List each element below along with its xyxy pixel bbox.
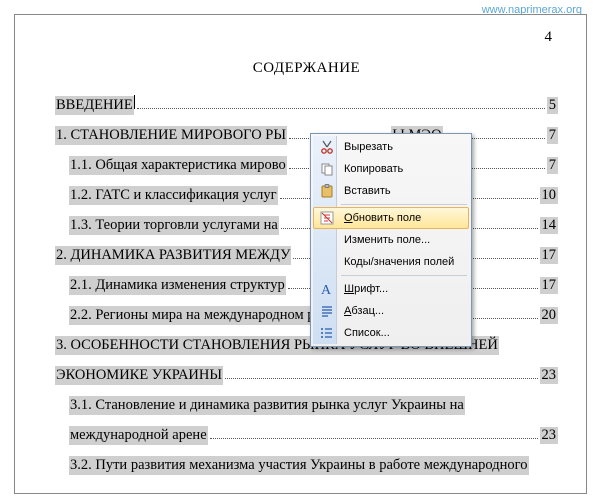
toc-entry: ВВЕДЕНИЕ 5 [55,95,558,115]
toc-text: 1.1. Общая характеристика мирово [69,156,287,175]
toc-text: 2.1. Динамика изменения структур [69,276,286,295]
toc-leader-dots [137,108,545,109]
document-page: 4 СОДЕРЖАНИЕ ВВЕДЕНИЕ 5 1. СТАНОВЛЕНИЕ МИР… [14,14,587,494]
menu-item-вставить[interactable]: Вставить [313,180,469,202]
menu-item-label: Изменить поле... [344,234,430,246]
toc-text: 2. ДИНАМИКА РАЗВИТИЯ МЕЖДУ [55,246,291,265]
copy-icon [318,161,335,178]
cut-icon [318,139,335,156]
para-icon [318,303,335,320]
menu-item-label: Вставить [344,185,391,197]
toc-page: 23 [540,427,559,444]
toc-entry: 2. ДИНАМИКА РАЗВИТИЯ МЕЖДУСЛУГ17 [55,246,558,265]
toc-page: 14 [540,217,559,234]
svg-text:A: A [321,283,332,297]
menu-item-изменить-поле-[interactable]: Изменить поле... [313,229,469,251]
toc-page: 23 [540,367,559,384]
menu-item-копировать[interactable]: Копировать [313,158,469,180]
toc-text: 3.1. Становление и динамика развития рын… [69,396,465,415]
page-number: 4 [55,29,552,46]
menu-item-label: Обновить поле [344,212,421,224]
toc-page: 5 [547,97,558,114]
menu-item-коды-значения-полей[interactable]: Коды/значения полей [313,251,469,273]
paste-icon [318,183,335,200]
table-of-contents: ВВЕДЕНИЕ 5 1. СТАНОВЛЕНИЕ МИРОВОГО РЫЫ МЭО… [55,95,558,475]
menu-item-label: Шрифт... [344,283,388,295]
toc-title: СОДЕРЖАНИЕ [55,60,558,77]
menu-separator [341,204,467,205]
toc-text: 1.3. Теории торговли услугами на [69,216,279,235]
menu-item-label: Абзац... [344,305,384,317]
toc-page: 20 [540,307,559,324]
toc-entry: 2.1. Динамика изменения структур 17 [55,276,558,295]
toc-entry: 3.1. Становление и динамика развития рын… [55,396,558,415]
toc-leader-dots [210,438,538,439]
toc-leader-dots [225,378,537,379]
toc-text: 1.2. ГАТС и классификация услуг [69,186,278,205]
menu-item-label: Вырезать [344,141,393,153]
menu-item-абзац-[interactable]: Абзац... [313,300,469,322]
menu-item-вырезать[interactable]: Вырезать [313,136,469,158]
toc-entry: 2.2. Регионы мира на международном рынке… [55,306,558,325]
menu-item-label: Список... [344,327,390,339]
toc-entry: 1.3. Теории торговли услугами на 14 [55,216,558,235]
toc-entry: 3. ОСОБЕННОСТИ СТАНОВЛЕНИЯ РЫНКА УСЛУГ В… [55,336,558,355]
toc-entry-cont: ЭКОНОМИКЕ УКРАИНЫ 23 [55,366,558,385]
toc-entry: 1. СТАНОВЛЕНИЕ МИРОВОГО РЫЫ МЭО7 [55,126,558,145]
toc-text: ВВЕДЕНИЕ [55,96,134,115]
toc-entry: 3.2. Пути развития механизма участия Укр… [55,456,558,475]
context-menu: Вырезать Копировать Вставить Обновить поле И… [310,133,472,347]
toc-text: международной арене [69,426,208,445]
toc-entry: 1.1. Общая характеристика мирово 7 [55,156,558,175]
toc-page: 17 [540,277,559,294]
toc-text: 3.2. Пути развития механизма участия Укр… [69,456,529,475]
text-caret [134,95,135,109]
menu-separator [341,275,467,276]
toc-page: 10 [540,187,559,204]
toc-page: 17 [540,247,559,264]
menu-item-обновить-поле[interactable]: Обновить поле [313,207,469,229]
font-icon: A [318,281,335,298]
menu-item-список-[interactable]: Список... [313,322,469,344]
toc-page: 7 [547,157,558,174]
menu-item-label: Коды/значения полей [344,256,454,268]
list-icon [318,325,335,342]
toc-entry: 1.2. ГАТС и классификация услуг 10 [55,186,558,205]
toc-page: 7 [547,127,558,144]
toc-text: ЭКОНОМИКЕ УКРАИНЫ [55,366,223,385]
update-icon [318,210,335,227]
toc-text: 1. СТАНОВЛЕНИЕ МИРОВОГО РЫ [55,126,287,145]
toc-entry-cont: международной арене 23 [55,426,558,445]
menu-item-шрифт-[interactable]: A Шрифт... [313,278,469,300]
menu-item-label: Копировать [344,163,403,175]
